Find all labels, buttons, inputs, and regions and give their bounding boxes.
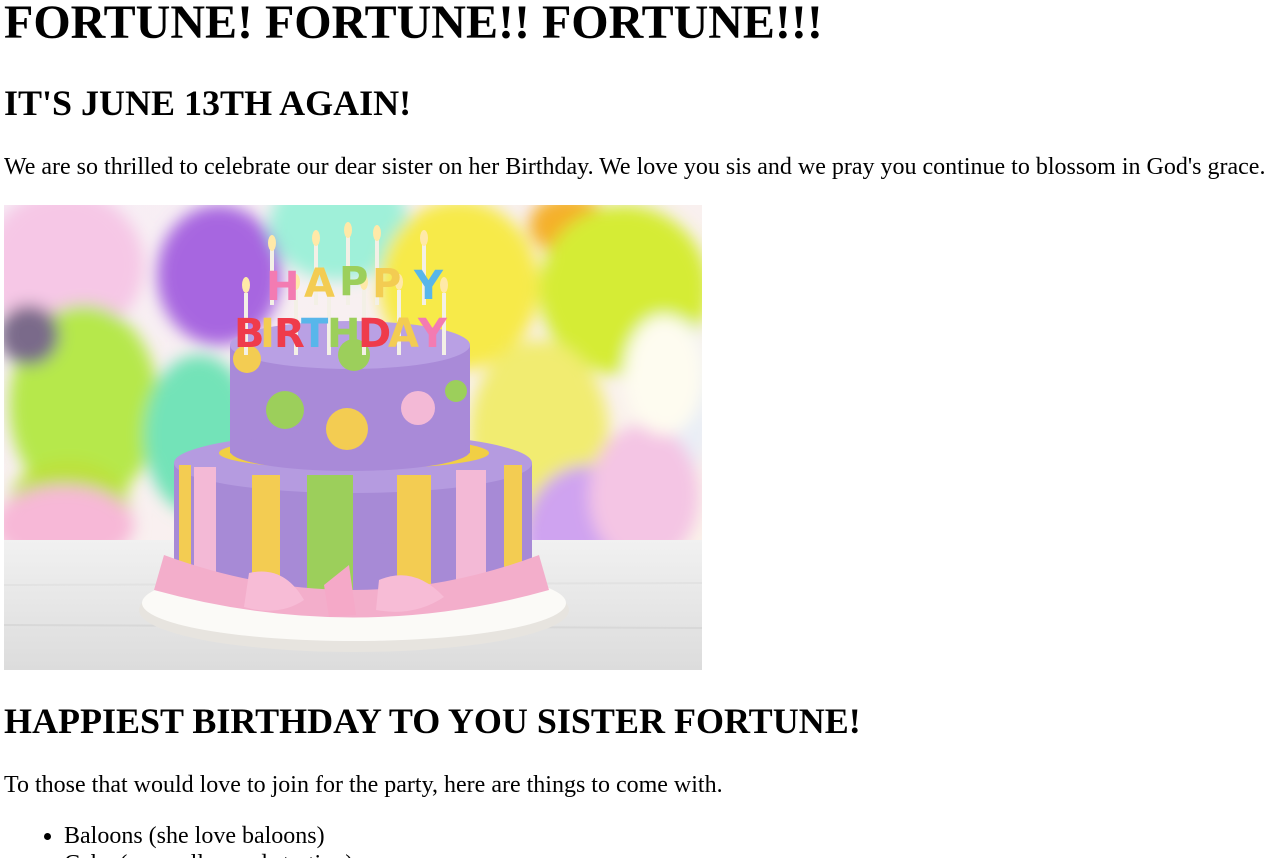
svg-text:A: A bbox=[304, 261, 335, 307]
things-to-bring-list: Baloons (she love baloons) Cake (we real… bbox=[4, 822, 353, 858]
candle-letters-happy: H A P P Y bbox=[266, 259, 444, 310]
svg-text:D: D bbox=[358, 311, 391, 357]
party-paragraph: To those that would love to join for the… bbox=[4, 772, 723, 798]
svg-text:P: P bbox=[339, 259, 368, 305]
candle-letters-birthday: B I R T H D A Y bbox=[234, 311, 448, 357]
list-item: Cake (we really need starting) bbox=[64, 850, 353, 858]
svg-text:I: I bbox=[260, 311, 275, 357]
page: FORTUNE! FORTUNE!! FORTUNE!!! IT'S JUNE … bbox=[0, 0, 1265, 858]
svg-text:Y: Y bbox=[417, 311, 448, 357]
svg-text:A: A bbox=[388, 311, 419, 357]
svg-text:Y: Y bbox=[413, 263, 444, 309]
svg-text:H: H bbox=[266, 264, 299, 310]
page-title: FORTUNE! FORTUNE!! FORTUNE!!! bbox=[4, 0, 823, 49]
birthday-cake-image: H A P P Y B I R T H D A Y bbox=[4, 205, 702, 670]
svg-text:P: P bbox=[372, 261, 401, 307]
section-heading: HAPPIEST BIRTHDAY TO YOU SISTER FORTUNE! bbox=[4, 701, 861, 741]
list-item: Baloons (she love baloons) bbox=[64, 822, 353, 850]
svg-text:H: H bbox=[327, 311, 360, 357]
svg-text:T: T bbox=[301, 311, 329, 357]
intro-paragraph: We are so thrilled to celebrate our dear… bbox=[4, 154, 1265, 180]
date-heading: IT'S JUNE 13TH AGAIN! bbox=[4, 83, 412, 123]
